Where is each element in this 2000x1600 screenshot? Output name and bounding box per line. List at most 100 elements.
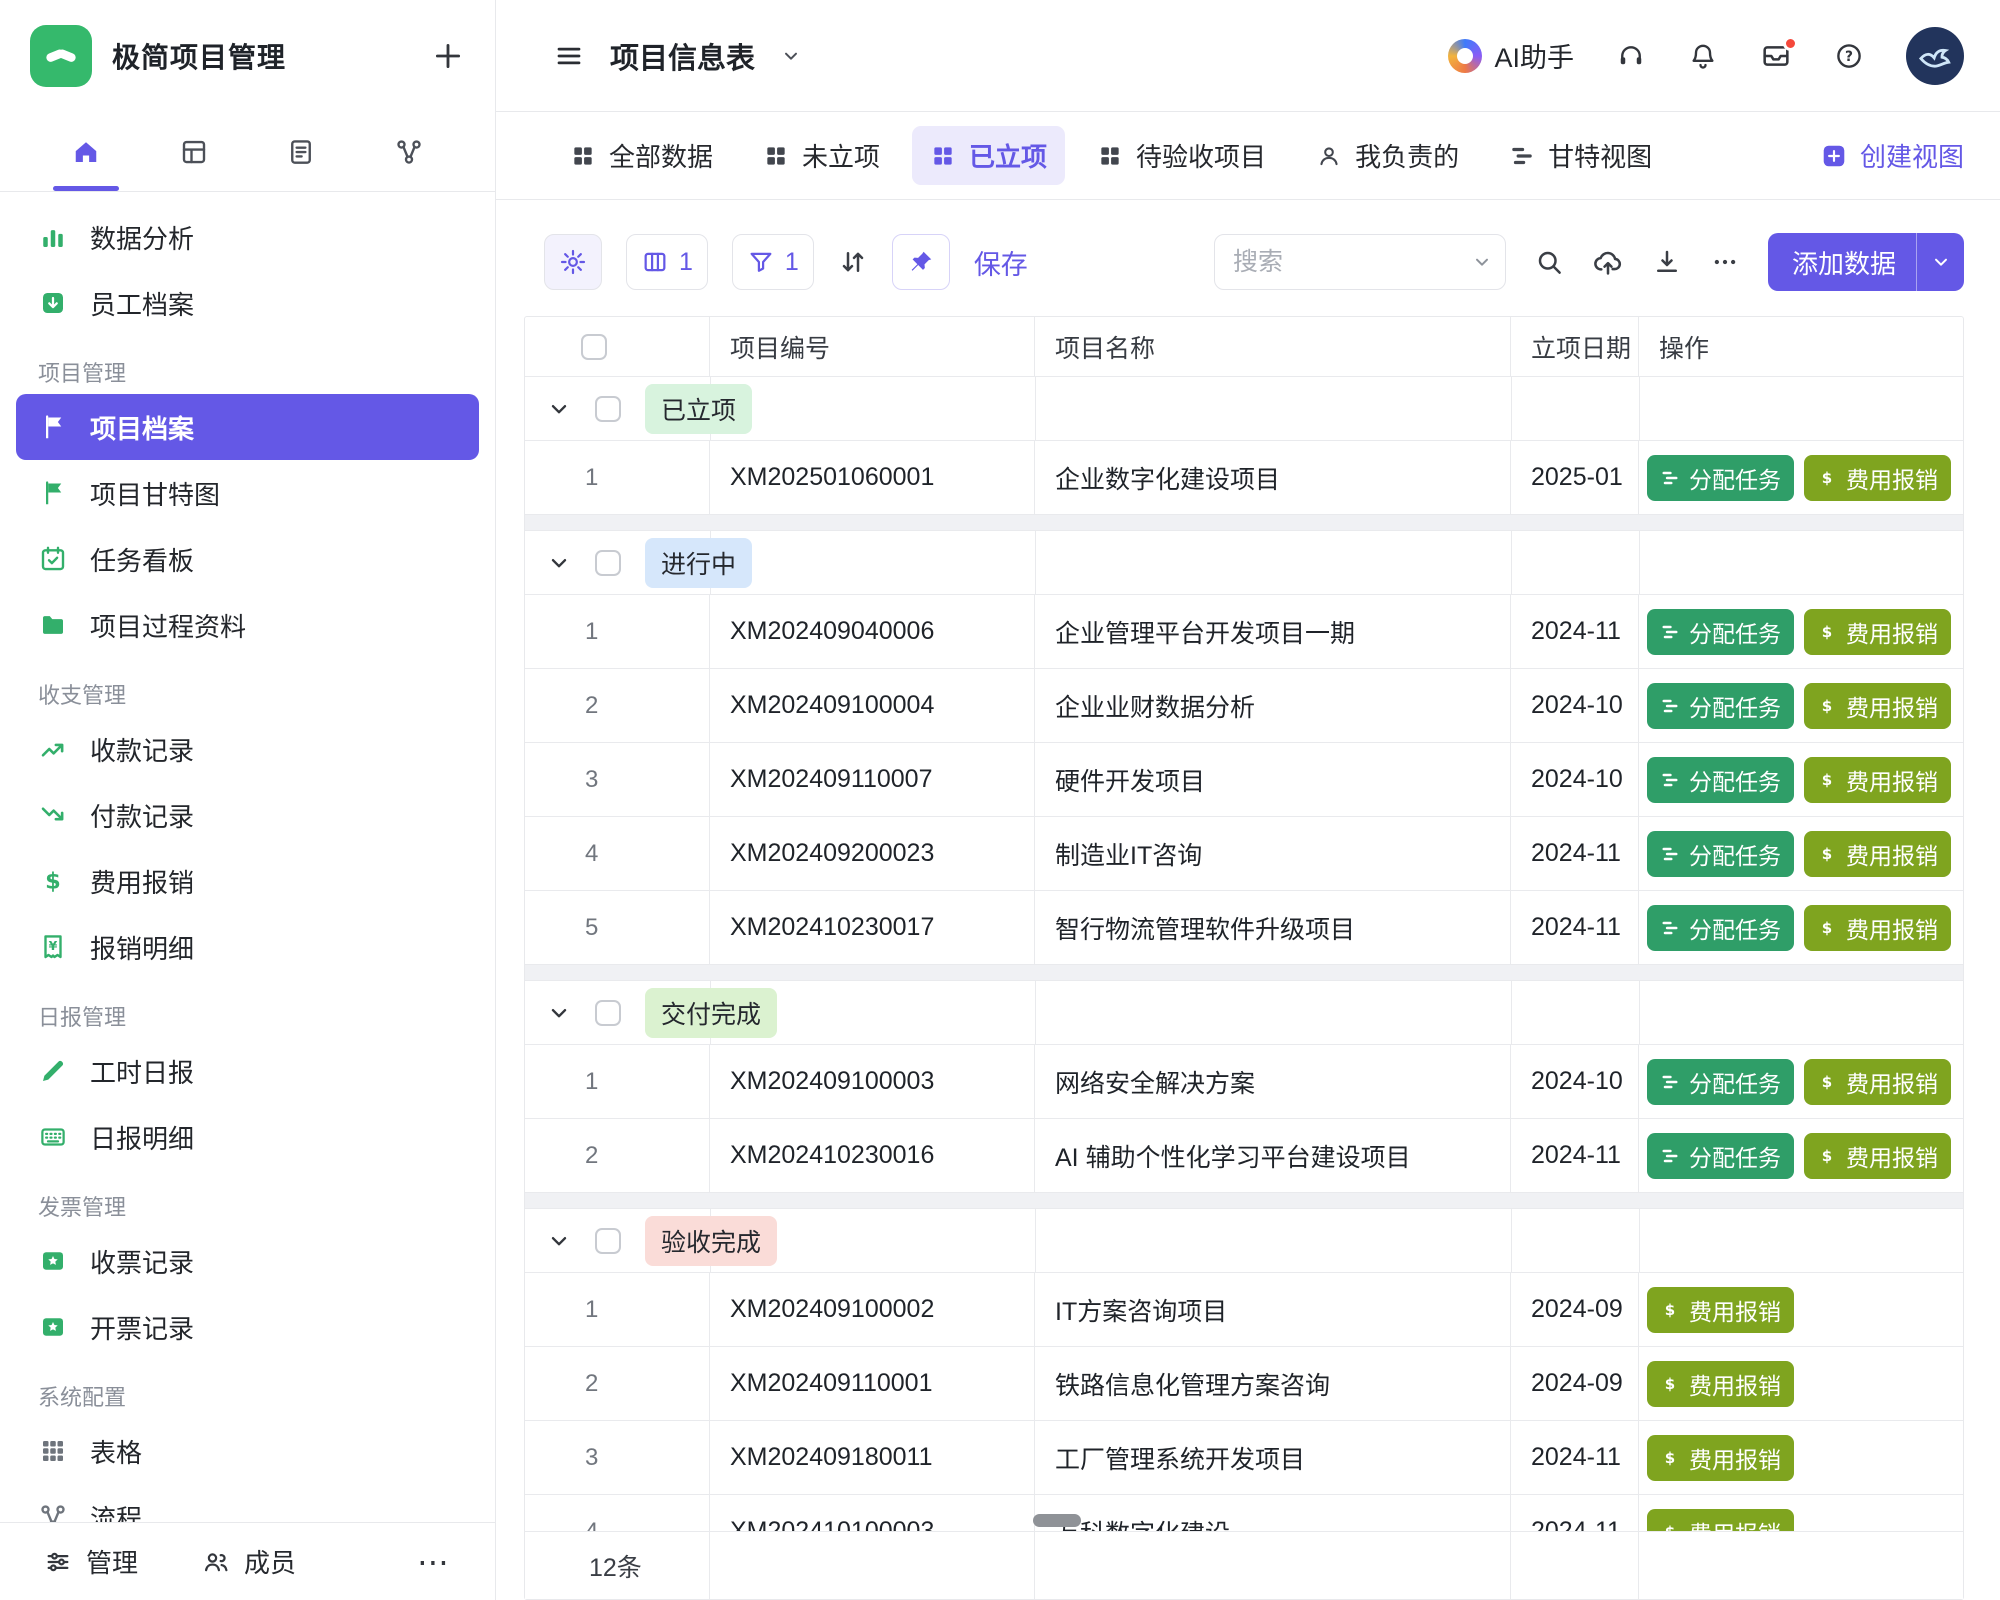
column-header-project-id[interactable]: 项目编号 xyxy=(710,317,1035,377)
expense-button[interactable]: $费用报销 xyxy=(1804,1059,1951,1105)
sidebar-item[interactable]: 收票记录 xyxy=(16,1228,479,1294)
search-chevron-icon[interactable] xyxy=(1472,252,1492,272)
expense-button[interactable]: $费用报销 xyxy=(1647,1435,1794,1481)
group-collapse-chevron-icon[interactable] xyxy=(547,1001,571,1025)
more-actions-button[interactable] xyxy=(1710,247,1740,277)
group-checkbox[interactable] xyxy=(595,550,621,576)
save-button[interactable]: 保存 xyxy=(974,243,1028,282)
assign-task-button[interactable]: 分配任务 xyxy=(1647,683,1794,729)
help-icon[interactable]: ? xyxy=(1834,41,1864,71)
sidebar-item[interactable]: 工时日报 xyxy=(16,1038,479,1104)
group-collapse-chevron-icon[interactable] xyxy=(547,397,571,421)
group-checkbox[interactable] xyxy=(595,1228,621,1254)
table-row[interactable]: 3 XM202409180011 工厂管理系统开发项目 2024-11 $费用报… xyxy=(525,1421,1963,1495)
members-button[interactable]: 成员 xyxy=(202,1543,296,1580)
group-collapse-chevron-icon[interactable] xyxy=(547,1229,571,1253)
pin-button[interactable] xyxy=(892,234,950,290)
project-name-cell: AI 辅助个性化学习平台建设项目 xyxy=(1035,1119,1511,1192)
sidebar-item[interactable]: 员工档案 xyxy=(16,270,479,336)
assign-task-button[interactable]: 分配任务 xyxy=(1647,757,1794,803)
assign-task-button[interactable]: 分配任务 xyxy=(1647,1133,1794,1179)
view-tab[interactable]: 已立项 xyxy=(912,126,1065,185)
title-chevron-icon[interactable] xyxy=(781,46,801,66)
menu-toggle-icon[interactable] xyxy=(554,41,584,71)
expense-button[interactable]: $费用报销 xyxy=(1804,831,1951,877)
sidebar-tab-table[interactable] xyxy=(154,112,234,191)
view-tab[interactable]: 待验收项目 xyxy=(1079,126,1284,185)
table-row[interactable]: 5 XM202410230017 智行物流管理软件升级项目 2024-11 分配… xyxy=(525,891,1963,965)
assign-task-button[interactable]: 分配任务 xyxy=(1647,905,1794,951)
sidebar-tab-document[interactable] xyxy=(261,112,341,191)
field-config-button[interactable]: 1 xyxy=(626,234,708,290)
sidebar-item[interactable]: 流程 xyxy=(16,1484,479,1522)
group-checkbox[interactable] xyxy=(595,396,621,422)
ai-assistant-button[interactable]: AI助手 xyxy=(1448,36,1574,75)
assign-task-button[interactable]: 分配任务 xyxy=(1647,831,1794,877)
create-view-button[interactable]: 创建视图 xyxy=(1821,137,1964,174)
sidebar-tab-flow[interactable] xyxy=(369,112,449,191)
assign-task-button[interactable]: 分配任务 xyxy=(1647,1059,1794,1105)
expense-button[interactable]: $费用报销 xyxy=(1647,1361,1794,1407)
settings-button[interactable] xyxy=(544,234,602,290)
sidebar-item[interactable]: 项目甘特图 xyxy=(16,460,479,526)
view-tab-label: 甘特视图 xyxy=(1548,137,1652,174)
sidebar-item[interactable]: 数据分析 xyxy=(16,204,479,270)
sidebar-tab-home[interactable] xyxy=(46,112,126,191)
search-input[interactable] xyxy=(1214,234,1506,290)
view-tab[interactable]: 甘特视图 xyxy=(1491,126,1670,185)
add-data-button[interactable]: 添加数据 xyxy=(1768,233,1964,291)
bell-icon[interactable] xyxy=(1688,41,1718,71)
group-collapse-chevron-icon[interactable] xyxy=(547,551,571,575)
sidebar-item[interactable]: 项目档案 xyxy=(16,394,479,460)
sidebar-item[interactable]: ¥ 报销明细 xyxy=(16,914,479,980)
add-app-button[interactable] xyxy=(431,39,465,73)
expense-button[interactable]: $费用报销 xyxy=(1804,905,1951,951)
table-row[interactable]: 1 XM202501060001 企业数字化建设项目 2025-01 分配任务$… xyxy=(525,441,1963,515)
table-row[interactable]: 1 XM202409100003 网络安全解决方案 2024-10 分配任务$费… xyxy=(525,1045,1963,1119)
table-row[interactable]: 2 XM202410230016 AI 辅助个性化学习平台建设项目 2024-1… xyxy=(525,1119,1963,1193)
dollar-icon: $ xyxy=(1817,844,1837,864)
view-tab[interactable]: 全部数据 xyxy=(552,126,731,185)
sidebar-item[interactable]: 日报明细 xyxy=(16,1104,479,1170)
table-row[interactable]: 4 XM202409200023 制造业IT咨询 2024-11 分配任务$费用… xyxy=(525,817,1963,891)
add-data-chevron[interactable] xyxy=(1916,233,1964,291)
view-tab[interactable]: 我负责的 xyxy=(1298,126,1477,185)
inbox-icon[interactable] xyxy=(1760,40,1792,72)
user-avatar[interactable] xyxy=(1906,27,1964,85)
sidebar-item[interactable]: 付款记录 xyxy=(16,782,479,848)
table-row[interactable]: 1 XM202409040006 企业管理平台开发项目一期 2024-11 分配… xyxy=(525,595,1963,669)
group-checkbox[interactable] xyxy=(595,1000,621,1026)
select-all-checkbox[interactable] xyxy=(581,334,607,360)
more-button[interactable]: ⋯ xyxy=(417,1543,451,1581)
table-row[interactable]: 1 XM202409100002 IT方案咨询项目 2024-09 $费用报销 xyxy=(525,1273,1963,1347)
assign-task-button[interactable]: 分配任务 xyxy=(1647,609,1794,655)
horizontal-scrollbar-thumb[interactable] xyxy=(1033,1514,1081,1527)
view-tab[interactable]: 未立项 xyxy=(745,126,898,185)
export-button[interactable] xyxy=(1652,247,1682,277)
expense-button[interactable]: $费用报销 xyxy=(1804,1133,1951,1179)
table-row[interactable]: 2 XM202409110001 铁路信息化管理方案咨询 2024-09 $费用… xyxy=(525,1347,1963,1421)
menu-section-label: 收支管理 xyxy=(16,658,479,716)
sidebar-item[interactable]: 项目过程资料 xyxy=(16,592,479,658)
expense-button[interactable]: $费用报销 xyxy=(1647,1287,1794,1333)
expense-button[interactable]: $费用报销 xyxy=(1804,683,1951,729)
sidebar-item[interactable]: 开票记录 xyxy=(16,1294,479,1360)
headset-icon[interactable] xyxy=(1616,41,1646,71)
column-header-date[interactable]: 立项日期 xyxy=(1511,317,1639,377)
sidebar-item[interactable]: 表格 xyxy=(16,1418,479,1484)
search-button[interactable] xyxy=(1534,247,1564,277)
column-header-project-name[interactable]: 项目名称 xyxy=(1035,317,1511,377)
filter-button[interactable]: 1 xyxy=(732,234,814,290)
expense-button[interactable]: $费用报销 xyxy=(1804,609,1951,655)
sidebar-item[interactable]: 收款记录 xyxy=(16,716,479,782)
manage-button[interactable]: 管理 xyxy=(44,1543,138,1580)
import-button[interactable] xyxy=(1592,246,1624,278)
sort-button[interactable] xyxy=(838,247,868,277)
expense-button[interactable]: $费用报销 xyxy=(1804,757,1951,803)
table-row[interactable]: 3 XM202409110007 硬件开发项目 2024-10 分配任务$费用报… xyxy=(525,743,1963,817)
expense-button[interactable]: $费用报销 xyxy=(1804,455,1951,501)
assign-task-button[interactable]: 分配任务 xyxy=(1647,455,1794,501)
sidebar-item[interactable]: 任务看板 xyxy=(16,526,479,592)
table-row[interactable]: 2 XM202409100004 企业业财数据分析 2024-10 分配任务$费… xyxy=(525,669,1963,743)
sidebar-item[interactable]: $ 费用报销 xyxy=(16,848,479,914)
